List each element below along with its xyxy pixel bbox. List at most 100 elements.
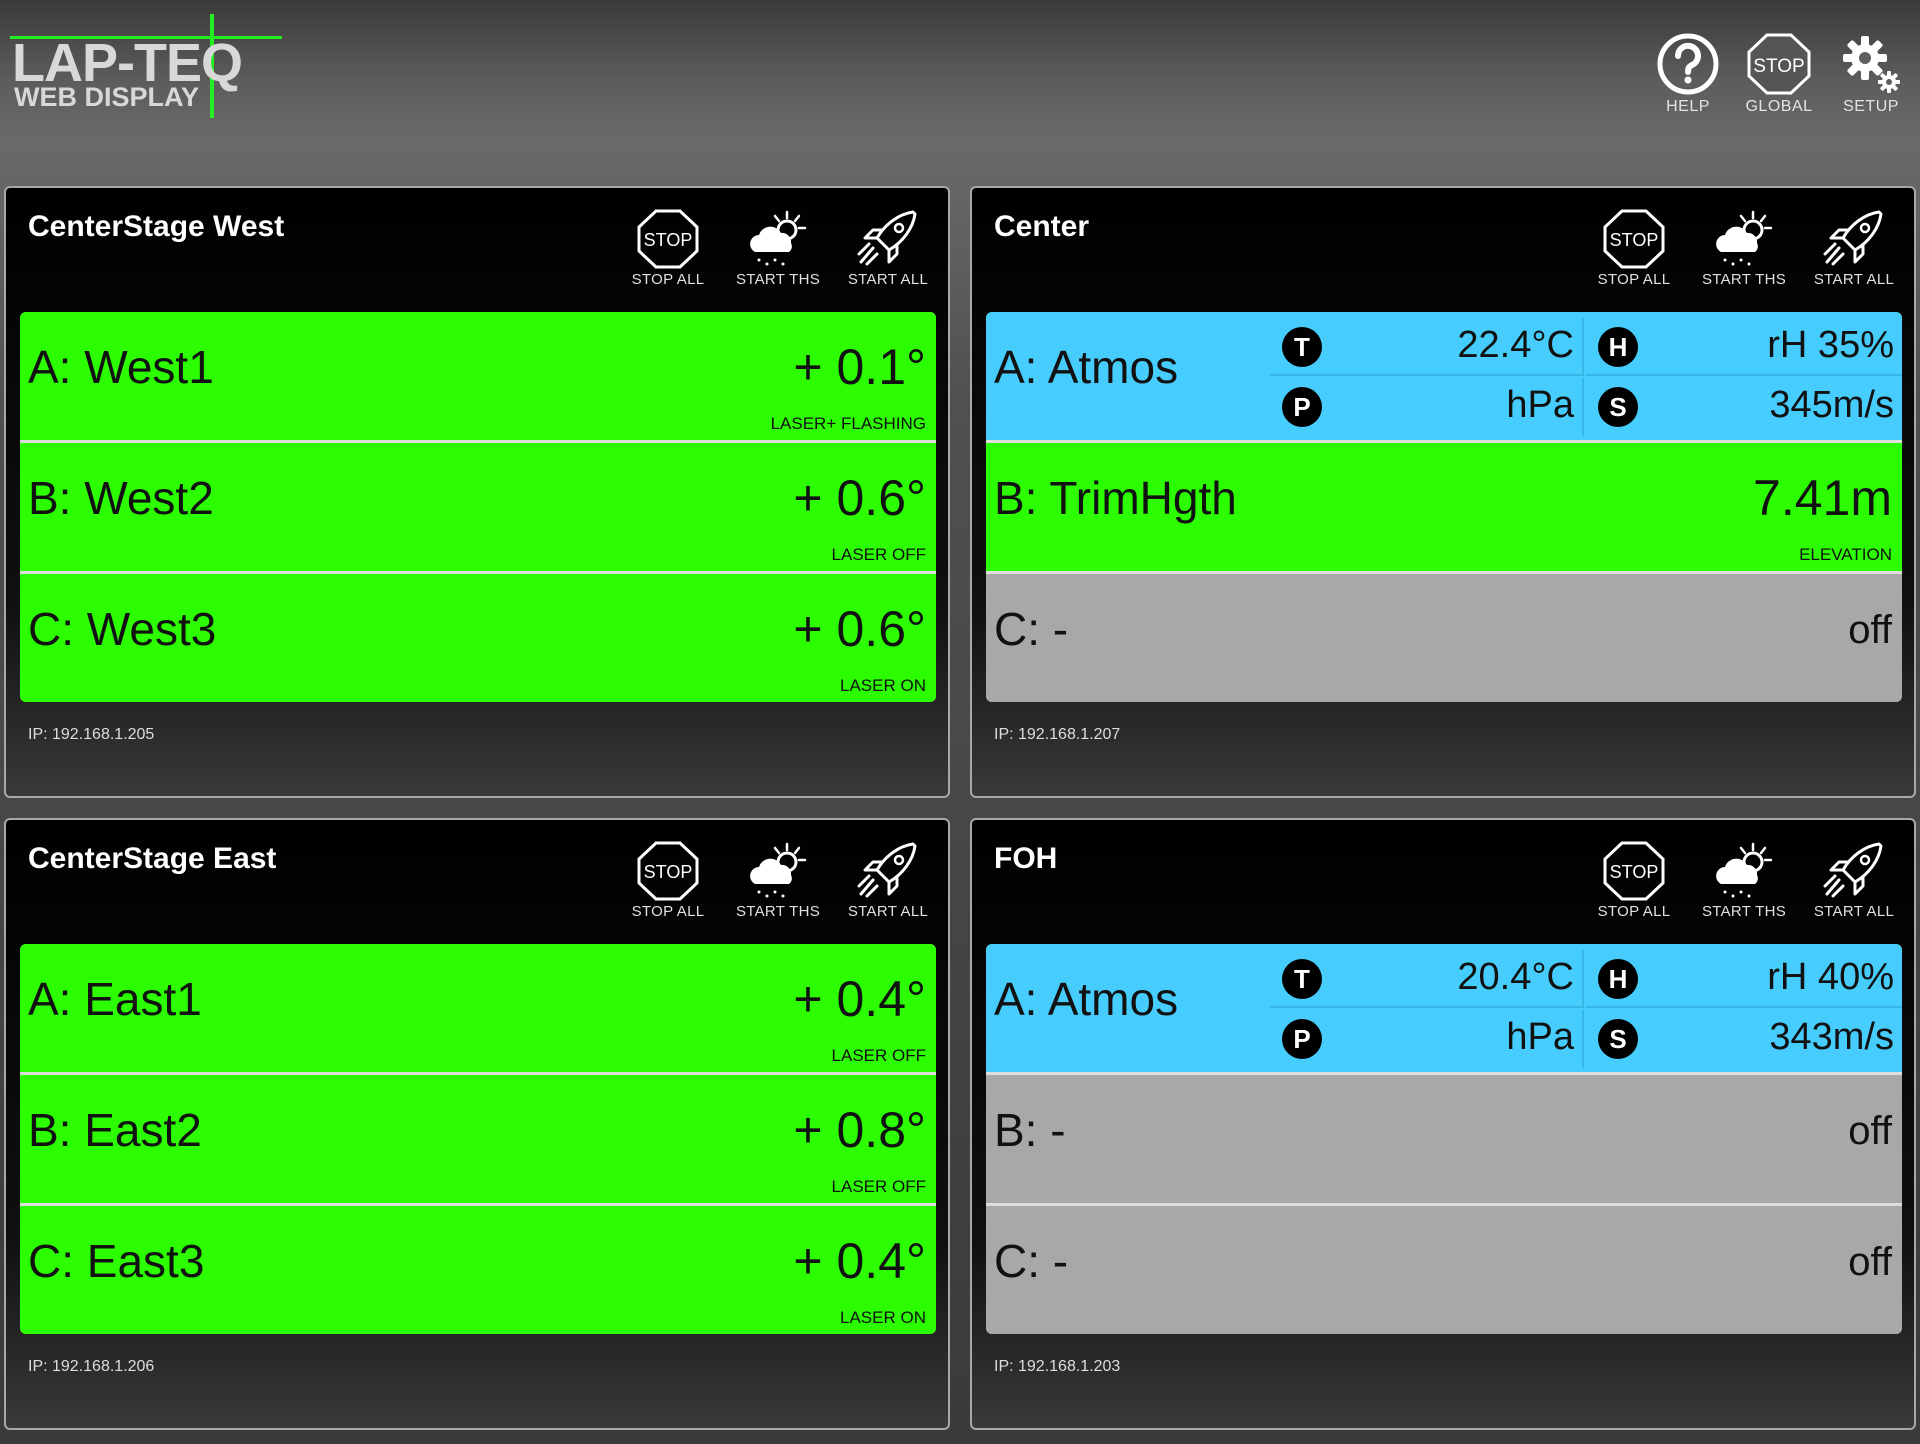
global-stop-button[interactable]: STOP GLOBAL (1733, 32, 1825, 116)
stop-sign-icon: STOP (1603, 209, 1665, 269)
panel-title: CenterStage East (28, 842, 277, 875)
channel-row[interactable]: A: West1 + 0.1° LASER+ FLASHING (20, 312, 936, 440)
stop-sign-icon: STOP (637, 841, 699, 901)
help-label: HELP (1666, 98, 1710, 115)
stop-sign-text: STOP (1610, 862, 1659, 882)
channel-name: A: Atmos (994, 341, 1179, 393)
stop-all-button[interactable]: STOP STOP ALL (618, 840, 718, 920)
device-ip: IP: 192.168.1.203 (994, 1358, 1121, 1375)
channel-row[interactable]: A: East1 + 0.4° LASER OFF (20, 944, 936, 1072)
help-button[interactable]: HELP (1642, 32, 1734, 116)
channel-list: A: East1 + 0.4° LASER OFF B: East2 + 0.8° LAS… (20, 944, 936, 1334)
pressure-icon: P (1282, 1019, 1322, 1059)
start-all-button[interactable]: START ALL (1804, 840, 1904, 920)
channel-status: ELEVATION (1799, 545, 1892, 564)
start-ths-label: START THS (1701, 271, 1787, 288)
atmos-channel-row[interactable]: A: Atmos T 20.4°C HrH 40% PhPa S 343m/s (986, 944, 1902, 1072)
stop-all-button[interactable]: STOP STOP ALL (618, 208, 718, 288)
start-ths-button[interactable]: START THS (728, 840, 828, 920)
start-all-button[interactable]: START ALL (838, 208, 938, 288)
start-ths-button[interactable]: START THS (1694, 208, 1794, 288)
cloud-sun-icon (1716, 842, 1773, 898)
stop-all-button[interactable]: STOP STOP ALL (1584, 840, 1684, 920)
stop-sign-icon: STOP (637, 209, 699, 269)
temperature-cell: T 20.4°C (1270, 950, 1584, 1008)
channel-status: LASER OFF (831, 545, 926, 564)
channel-value: off (1848, 1240, 1892, 1284)
start-all-button[interactable]: START ALL (1804, 208, 1904, 288)
atmos-channel-row[interactable]: A: Atmos T 22.4°C HrH 35% PhPa S 345m/s (986, 312, 1902, 440)
channel-value: off (1848, 608, 1892, 652)
gear-icon (1843, 36, 1900, 93)
channel-row[interactable]: B: - off (986, 1075, 1902, 1203)
sound-speed-icon: S (1598, 387, 1638, 427)
channel-name: B: - (994, 1104, 1066, 1156)
channel-name: A: East1 (28, 973, 202, 1025)
panel-title: Center (994, 210, 1090, 243)
cloud-sun-icon (1716, 210, 1773, 266)
temperature-value: 22.4°C (1457, 324, 1574, 366)
device-panel: Center STOP STOP ALL START THS START ALL… (970, 186, 1916, 798)
channel-value: + 0.1° (793, 339, 926, 395)
channel-name: C: - (994, 1235, 1069, 1287)
channel-name: C: East3 (28, 1235, 205, 1287)
laptec-logo: LAP-TEQ WEB DISPLAY (10, 14, 290, 124)
temperature-icon: T (1282, 959, 1322, 999)
sound-speed-cell: S 345m/s (1586, 378, 1902, 436)
start-ths-button[interactable]: START THS (1694, 840, 1794, 920)
channel-status: LASER ON (840, 676, 926, 695)
cloud-sun-icon (750, 842, 807, 898)
channel-row[interactable]: B: West2 + 0.6° LASER OFF (20, 443, 936, 571)
stop-sign-icon: STOP (1747, 33, 1811, 95)
global-stop-label: GLOBAL (1745, 98, 1813, 115)
start-ths-button[interactable]: START THS (728, 208, 828, 288)
start-all-label: START ALL (847, 271, 929, 288)
start-all-label: START ALL (1813, 903, 1895, 920)
stop-all-label: STOP ALL (1597, 271, 1671, 288)
channel-list: A: Atmos T 22.4°C HrH 35% PhPa S 345m/s B: Trim… (986, 312, 1902, 702)
setup-button[interactable]: SETUP (1825, 32, 1917, 116)
start-ths-label: START THS (735, 903, 821, 920)
channel-name: C: - (994, 603, 1069, 655)
stop-all-label: STOP ALL (631, 271, 705, 288)
humidity-icon: H (1598, 959, 1638, 999)
channel-row[interactable]: C: East3 + 0.4° LASER ON (20, 1206, 936, 1334)
setup-label: SETUP (1843, 98, 1899, 115)
header-bar: LAP-TEQ WEB DISPLAY HELP STOP GLOBAL SET… (0, 0, 1920, 180)
panel-title: CenterStage West (28, 210, 285, 243)
stop-all-label: STOP ALL (631, 903, 705, 920)
sound-speed-value: 345m/s (1769, 384, 1894, 426)
humidity-value: rH 35% (1767, 324, 1894, 366)
rocket-icon (1823, 210, 1883, 266)
channel-value: + 0.4° (793, 1233, 926, 1289)
pressure-cell: PhPa (1270, 1010, 1584, 1068)
channel-value: 7.41m (1753, 470, 1892, 526)
sound-speed-icon: S (1598, 1019, 1638, 1059)
pressure-icon: P (1282, 387, 1322, 427)
rocket-icon (857, 842, 917, 898)
device-ip: IP: 192.168.1.205 (28, 726, 155, 743)
start-all-button[interactable]: START ALL (838, 840, 938, 920)
channel-list: A: West1 + 0.1° LASER+ FLASHING B: West2 + 0… (20, 312, 936, 702)
humidity-icon: H (1598, 327, 1638, 367)
channel-name: A: Atmos (994, 973, 1179, 1025)
channel-name: B: East2 (28, 1104, 202, 1156)
logo-subtitle: WEB DISPLAY (14, 82, 200, 112)
channel-row[interactable]: C: - off (986, 574, 1902, 702)
pressure-value: hPa (1506, 384, 1574, 426)
channel-row[interactable]: B: TrimHgth 7.41m ELEVATION (986, 443, 1902, 571)
panel-title: FOH (994, 842, 1058, 875)
channel-status: LASER OFF (831, 1046, 926, 1065)
channel-name: A: West1 (28, 341, 214, 393)
stop-sign-text: STOP (1753, 56, 1804, 77)
channel-row[interactable]: C: - off (986, 1206, 1902, 1334)
channel-value: off (1848, 1109, 1892, 1153)
channel-status: LASER ON (840, 1308, 926, 1327)
channel-name: C: West3 (28, 603, 217, 655)
pressure-cell: PhPa (1270, 378, 1584, 436)
device-panel: CenterStage West STOP STOP ALL START THS (4, 186, 950, 798)
channel-row[interactable]: C: West3 + 0.6° LASER ON (20, 574, 936, 702)
channel-row[interactable]: B: East2 + 0.8° LASER OFF (20, 1075, 936, 1203)
device-ip: IP: 192.168.1.207 (994, 726, 1121, 743)
stop-all-button[interactable]: STOP STOP ALL (1584, 208, 1684, 288)
